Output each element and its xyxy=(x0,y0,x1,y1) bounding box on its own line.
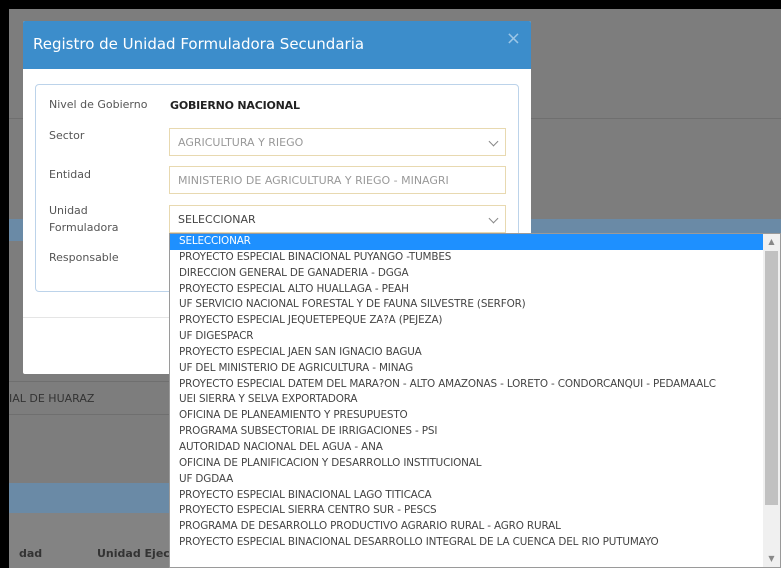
entidad-field[interactable]: MINISTERIO DE AGRICULTURA Y RIEGO - MINA… xyxy=(169,166,506,194)
dropdown-option[interactable]: PROYECTO ESPECIAL DATEM DEL MARA?ON - AL… xyxy=(170,377,764,393)
dropdown-option[interactable]: PROYECTO ESPECIAL BINACIONAL PUYANGO -TU… xyxy=(170,250,764,266)
sector-select[interactable]: AGRICULTURA Y RIEGO xyxy=(169,128,506,156)
background-column-header: Unidad Ejec xyxy=(97,547,170,560)
dropdown-option[interactable]: PROYECTO ESPECIAL ALTO HUALLAGA - PEAH xyxy=(170,282,764,298)
scroll-up-icon[interactable]: ▲ xyxy=(763,234,780,250)
dropdown-option[interactable]: PROGRAMA SUBSECTORIAL DE IRRIGACIONES - … xyxy=(170,424,764,440)
dropdown-option[interactable]: PROYECTO ESPECIAL BINACIONAL DESARROLLO … xyxy=(170,535,764,551)
close-icon[interactable]: × xyxy=(506,30,521,48)
entidad-field-value: MINISTERIO DE AGRICULTURA Y RIEGO - MINA… xyxy=(178,174,449,187)
dropdown-option[interactable]: PROYECTO ESPECIAL BINACIONAL LAGO TITICA… xyxy=(170,488,764,504)
sector-select-value: AGRICULTURA Y RIEGO xyxy=(178,136,304,149)
background-row-text: IAL DE HUARAZ xyxy=(9,392,95,405)
unidad-formuladora-label: Unidad xyxy=(49,204,88,217)
dropdown-option[interactable]: UF SERVICIO NACIONAL FORESTAL Y DE FAUNA… xyxy=(170,297,764,313)
unidad-formuladora-select-value: SELECCIONAR xyxy=(178,213,256,226)
chevron-down-icon xyxy=(488,136,499,147)
unidad-formuladora-select[interactable]: SELECCIONAR xyxy=(169,205,506,233)
nivel-gobierno-value: GOBIERNO NACIONAL xyxy=(170,99,300,112)
dropdown-option[interactable]: UF DEL MINISTERIO DE AGRICULTURA - MINAG xyxy=(170,361,764,377)
dropdown-option[interactable]: SELECCIONAR xyxy=(170,234,764,250)
dropdown-option[interactable]: PROYECTO ESPECIAL JAEN SAN IGNACIO BAGUA xyxy=(170,345,764,361)
responsable-label: Responsable xyxy=(49,251,119,264)
nivel-gobierno-label: Nivel de Gobierno xyxy=(49,98,148,111)
entidad-label: Entidad xyxy=(49,168,91,181)
modal-header: Registro de Unidad Formuladora Secundari… xyxy=(23,21,531,69)
sector-label: Sector xyxy=(49,129,85,142)
dropdown-option[interactable]: UEI SIERRA Y SELVA EXPORTADORA xyxy=(170,392,764,408)
dropdown-option[interactable]: PROGRAMA DE DESARROLLO PRODUCTIVO AGRARI… xyxy=(170,519,764,535)
scroll-thumb[interactable] xyxy=(765,251,778,505)
dropdown-option[interactable]: UF DIGESPACR xyxy=(170,329,764,345)
dropdown-option[interactable]: DIRECCION GENERAL DE GANADERIA - DGGA xyxy=(170,266,764,282)
dropdown-option[interactable]: OFICINA DE PLANEAMIENTO Y PRESUPUESTO xyxy=(170,408,764,424)
chevron-down-icon xyxy=(488,213,499,224)
background-column-header: dad xyxy=(19,547,43,560)
dropdown-option[interactable]: UF DGDAA xyxy=(170,472,764,488)
dropdown-option[interactable]: PROYECTO ESPECIAL SIERRA CENTRO SUR - PE… xyxy=(170,503,764,519)
dropdown-options: SELECCIONAR PROYECTO ESPECIAL BINACIONAL … xyxy=(170,234,764,551)
dropdown-option[interactable]: PROYECTO ESPECIAL JEQUETEPEQUE ZA?A (PEJ… xyxy=(170,313,764,329)
modal-title: Registro de Unidad Formuladora Secundari… xyxy=(33,35,365,53)
unidad-formuladora-label-line2: Formuladora xyxy=(49,221,119,234)
dropdown-option[interactable]: OFICINA DE PLANIFICACION Y DESARROLLO IN… xyxy=(170,456,764,472)
dropdown-option[interactable]: AUTORIDAD NACIONAL DEL AGUA - ANA xyxy=(170,440,764,456)
dropdown-scrollbar[interactable]: ▲ ▼ xyxy=(763,234,780,567)
unidad-formuladora-dropdown[interactable]: SELECCIONAR PROYECTO ESPECIAL BINACIONAL … xyxy=(169,233,781,568)
scroll-down-icon[interactable]: ▼ xyxy=(763,551,780,567)
